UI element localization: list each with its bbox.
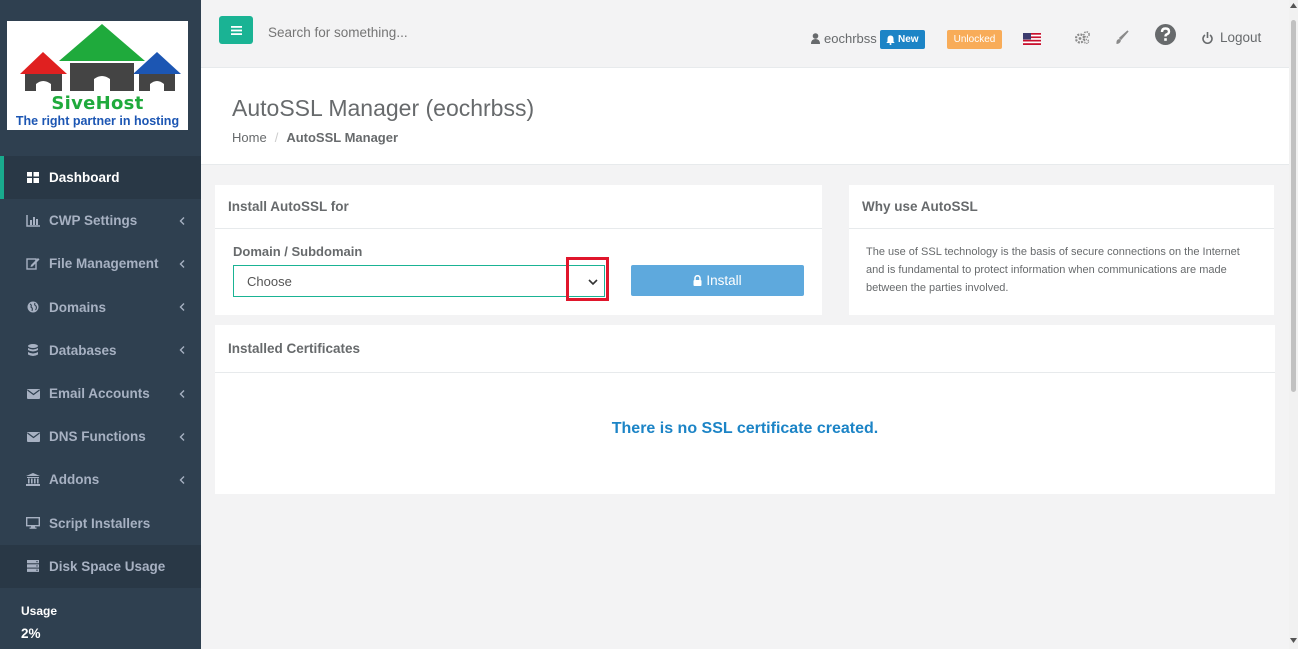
sidebar-item-script-installers[interactable]: Script Installers: [0, 502, 201, 545]
page-scrollbar[interactable]: [1289, 0, 1298, 649]
unlocked-badge[interactable]: Unlocked: [947, 30, 1002, 49]
install-button[interactable]: Install: [631, 265, 804, 296]
bar-chart-icon: [25, 214, 41, 228]
new-badge[interactable]: New: [880, 30, 925, 49]
lock-icon: [693, 275, 702, 286]
sidebar-item-label: CWP Settings: [49, 213, 138, 229]
chevron-left-icon: [179, 343, 185, 358]
sidebar-item-label: Addons: [49, 472, 100, 488]
sidebar-item-label: Disk Space Usage: [49, 558, 166, 574]
logo-tagline: The right partner in hosting: [15, 114, 180, 128]
topbar: eochrbss New Unlocked Logout: [201, 0, 1289, 68]
sidebar-item-label: Email Accounts: [49, 386, 150, 402]
gears-icon[interactable]: [1075, 31, 1090, 44]
logout-link[interactable]: Logout: [1202, 30, 1261, 45]
chevron-left-icon: [179, 386, 185, 401]
power-icon: [1202, 31, 1213, 44]
why-autossl-text: The use of SSL technology is the basis o…: [866, 246, 1240, 294]
empty-certificates-message: There is no SSL certificate created.: [611, 420, 879, 437]
chevron-left-icon: [179, 300, 185, 315]
envelope-icon: [25, 430, 41, 444]
sidebar-item-addons[interactable]: Addons: [0, 458, 201, 501]
sidebar-nav: Dashboard CWP Settings File Management D…: [0, 156, 201, 588]
sidebar-item-disk-space-usage[interactable]: Disk Space Usage: [0, 544, 201, 588]
sidebar: SiveHost The right partner in hosting Da…: [0, 0, 201, 649]
sidebar-item-dashboard[interactable]: Dashboard: [0, 156, 201, 200]
sidebar-item-cwp-settings[interactable]: CWP Settings: [0, 199, 201, 242]
help-icon[interactable]: [1155, 24, 1176, 45]
breadcrumb-home[interactable]: Home: [232, 130, 267, 145]
breadcrumb-separator: /: [274, 130, 279, 145]
search-input[interactable]: [268, 23, 568, 41]
usage-label: Usage: [21, 604, 58, 618]
chevron-left-icon: [179, 472, 185, 487]
globe-icon: [25, 300, 41, 314]
why-autossl-panel: Why use AutoSSL The use of SSL technolog…: [849, 185, 1274, 315]
scrollbar-thumb[interactable]: [1291, 20, 1296, 392]
dashboard-icon: [25, 171, 41, 185]
page-title: AutoSSL Manager (eochrbss): [232, 95, 535, 121]
bell-icon: [886, 35, 895, 45]
sidebar-item-label: Script Installers: [49, 515, 151, 531]
chevron-left-icon: [179, 429, 185, 444]
edit-icon: [25, 257, 41, 271]
panel-heading: Install AutoSSL for: [215, 185, 822, 229]
database-icon: [25, 343, 41, 357]
dropdown-highlight-box: [566, 257, 609, 301]
sidebar-item-label: File Management: [49, 256, 159, 272]
panel-heading: Why use AutoSSL: [849, 185, 1274, 229]
server-icon: [25, 559, 41, 573]
installed-certificates-panel: Installed Certificates There is no SSL c…: [215, 325, 1275, 494]
scroll-up-icon[interactable]: [1290, 3, 1297, 8]
sidebar-item-domains[interactable]: Domains: [0, 286, 201, 329]
chevron-left-icon: [179, 213, 185, 228]
envelope-icon: [25, 387, 41, 401]
scroll-down-icon[interactable]: [1290, 638, 1297, 643]
panel-heading: Installed Certificates: [215, 325, 1275, 373]
sidebar-item-label: Dashboard: [49, 170, 120, 186]
logo-title: SiveHost: [51, 93, 144, 114]
domain-select-value: Choose: [247, 273, 292, 289]
domain-select[interactable]: Choose: [233, 265, 605, 297]
breadcrumb: Home / AutoSSL Manager: [232, 130, 398, 145]
monitor-icon: [25, 516, 41, 530]
sidebar-item-file-management[interactable]: File Management: [0, 242, 201, 285]
usage-value: 2%: [21, 626, 41, 641]
chevron-left-icon: [179, 256, 185, 271]
user-icon: [811, 33, 820, 44]
username: eochrbss: [824, 31, 877, 46]
sidebar-item-dns-functions[interactable]: DNS Functions: [0, 415, 201, 458]
bank-icon: [25, 473, 41, 487]
menu-toggle-button[interactable]: [219, 16, 253, 44]
sidebar-item-databases[interactable]: Databases: [0, 329, 201, 372]
install-autossl-panel: Install AutoSSL for Domain / Subdomain C…: [215, 185, 822, 315]
sidebar-item-label: Databases: [49, 342, 117, 358]
menu-icon: [230, 25, 242, 35]
sidebar-item-label: DNS Functions: [49, 429, 146, 445]
sidebar-item-email-accounts[interactable]: Email Accounts: [0, 372, 201, 415]
sidebar-item-label: Domains: [49, 299, 107, 315]
user-menu[interactable]: eochrbss: [811, 31, 877, 46]
logo[interactable]: SiveHost The right partner in hosting: [7, 21, 188, 130]
breadcrumb-current: AutoSSL Manager: [286, 130, 399, 145]
page-header: AutoSSL Manager (eochrbss) Home / AutoSS…: [201, 68, 1289, 165]
domain-field-label: Domain / Subdomain: [233, 244, 363, 259]
brush-icon[interactable]: [1115, 30, 1129, 46]
us-flag-icon[interactable]: [1023, 33, 1041, 45]
